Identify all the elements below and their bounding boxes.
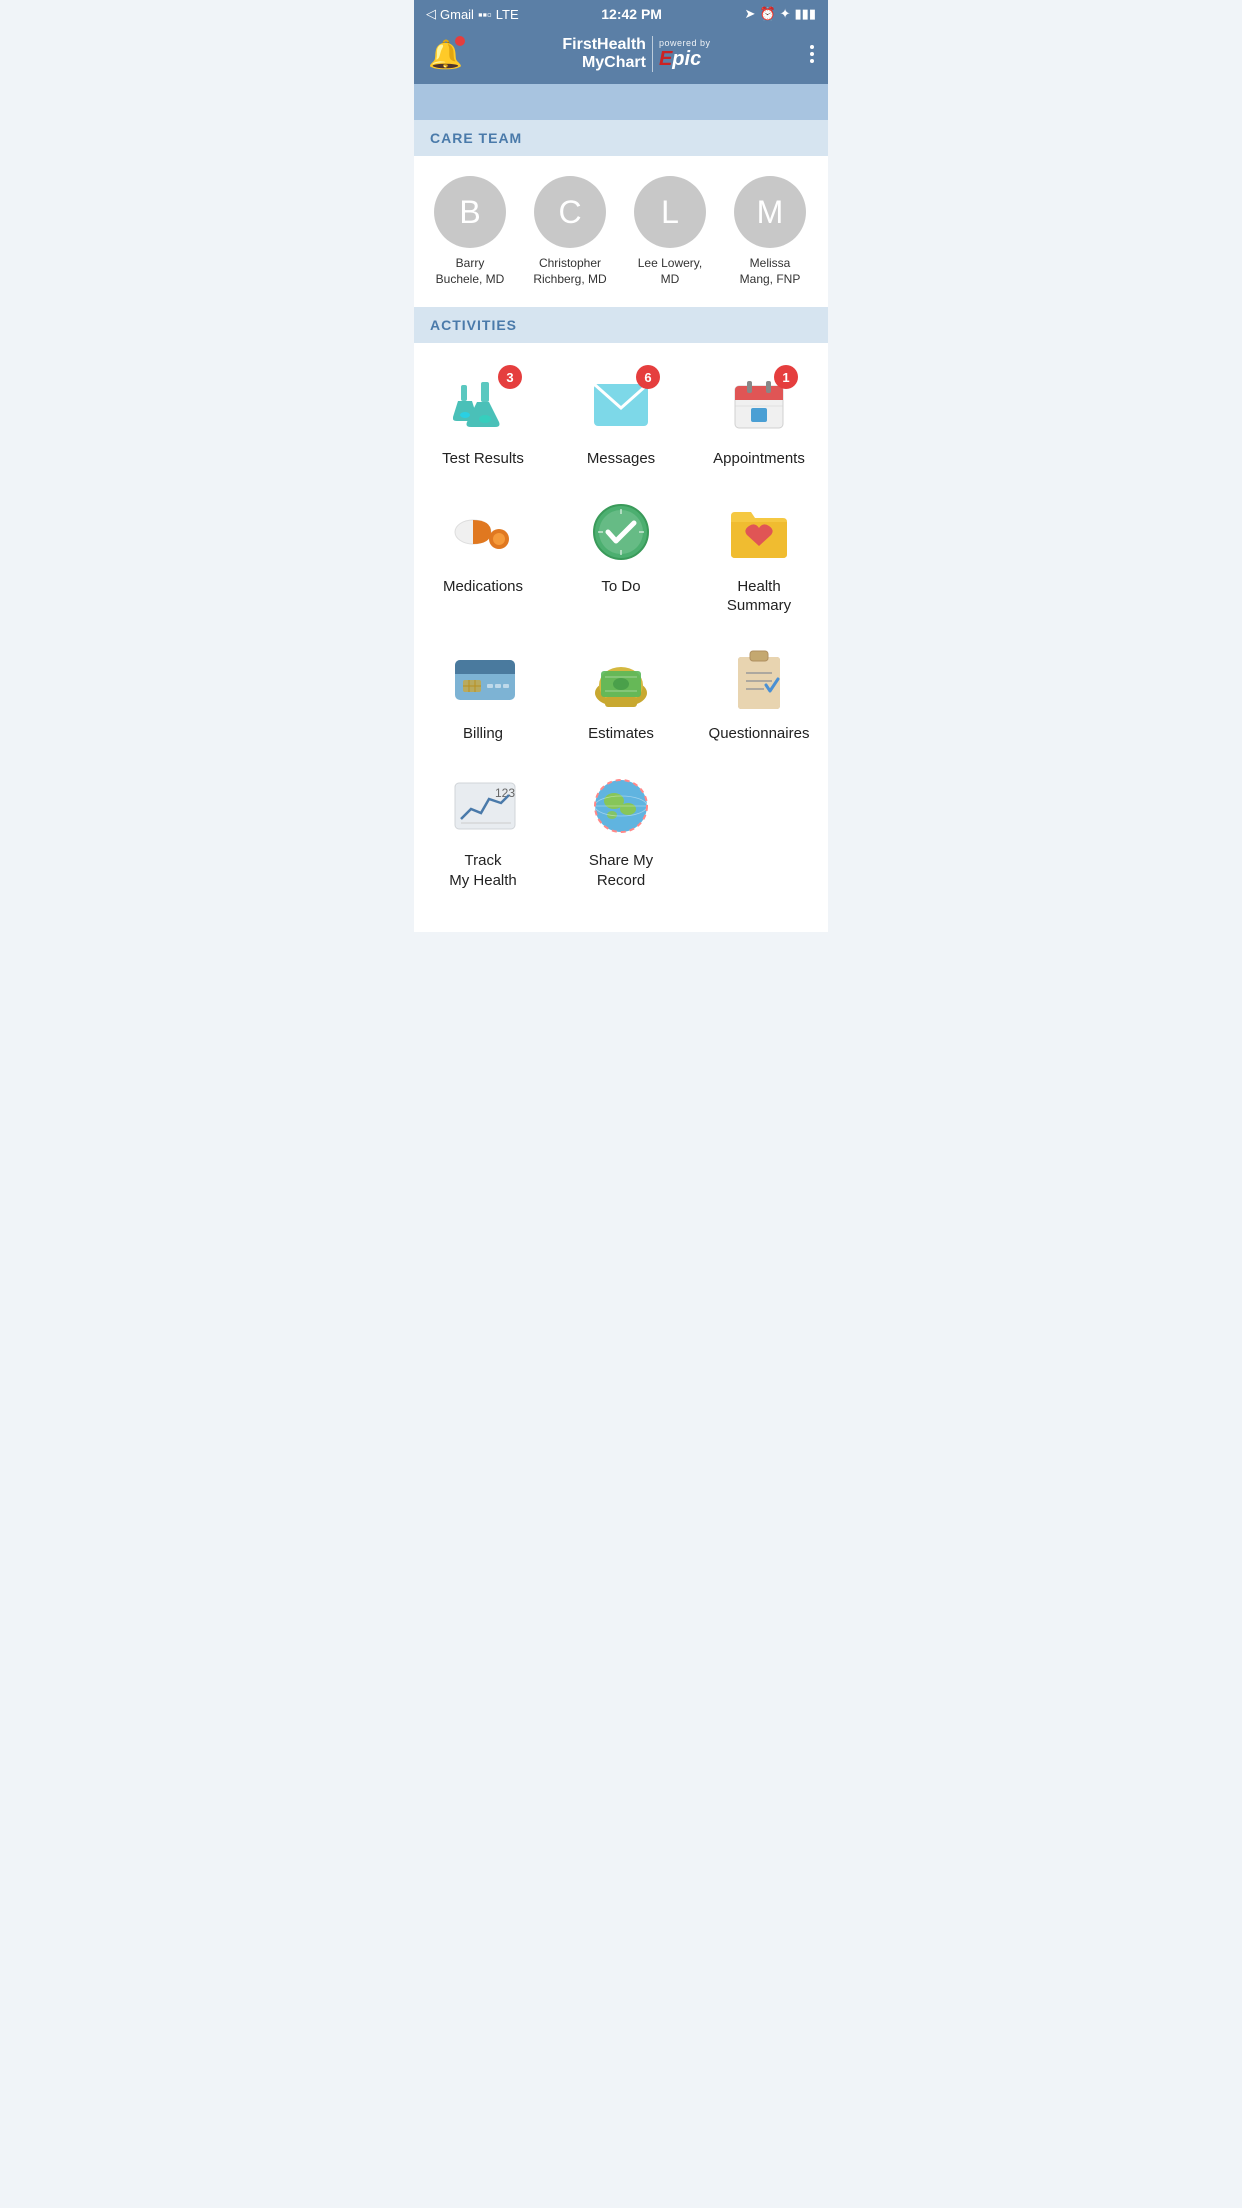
care-avatar-3: M <box>734 176 806 248</box>
track-health-icon: 123 <box>453 781 513 831</box>
care-name-0: BarryBuchele, MD <box>436 256 505 287</box>
activity-label-medications: Medications <box>443 577 523 597</box>
notification-bell[interactable]: 🔔 <box>428 38 463 71</box>
activity-label-health-summary: HealthSummary <box>727 577 791 616</box>
clock: 12:42 PM <box>601 6 662 22</box>
care-team-list: B BarryBuchele, MD C ChristopherRichberg… <box>414 156 828 307</box>
activity-label-estimates: Estimates <box>588 724 654 744</box>
badge-messages: 6 <box>636 365 660 389</box>
icon-wrap-todo <box>586 497 656 567</box>
notification-dot <box>455 36 465 46</box>
care-name-2: Lee Lowery,MD <box>638 256 702 287</box>
blue-banner <box>414 84 828 120</box>
care-member-2[interactable]: L Lee Lowery,MD <box>630 176 710 287</box>
icon-wrap-test-results: 3 <box>448 369 518 439</box>
icon-wrap-estimates <box>586 644 656 714</box>
care-member-0[interactable]: B BarryBuchele, MD <box>430 176 510 287</box>
alarm-icon: ⏰ <box>759 6 775 22</box>
icon-wrap-share-record <box>586 771 656 841</box>
activity-item-billing[interactable]: Billing <box>414 628 552 756</box>
activity-item-appointments[interactable]: 1 Appointments <box>690 353 828 481</box>
activity-item-test-results[interactable]: 3 Test Results <box>414 353 552 481</box>
activity-label-billing: Billing <box>463 724 503 744</box>
network-type: LTE <box>496 7 519 22</box>
billing-icon <box>453 658 513 700</box>
back-arrow: ◁ <box>426 6 436 22</box>
care-name-3: MelissaMang, FNP <box>740 256 801 287</box>
care-avatar-2: L <box>634 176 706 248</box>
care-team-header: CARE TEAM <box>414 120 828 156</box>
activity-item-track-health[interactable]: 123 TrackMy Health <box>414 755 552 902</box>
questionnaires-icon <box>734 649 784 709</box>
messages-icon <box>592 382 650 426</box>
powered-by-label: powered by <box>659 38 711 48</box>
badge-appointments: 1 <box>774 365 798 389</box>
share-record-icon <box>592 777 650 835</box>
more-options-button[interactable] <box>810 45 814 63</box>
icon-wrap-appointments: 1 <box>724 369 794 439</box>
activity-item-todo[interactable]: To Do <box>552 481 690 628</box>
activity-item-medications[interactable]: Medications <box>414 481 552 628</box>
status-bar: ◁ Gmail ▪▪▫ LTE 12:42 PM ➤ ⏰ ✦ ▮▮▮ <box>414 0 828 28</box>
care-member-1[interactable]: C ChristopherRichberg, MD <box>530 176 610 287</box>
activity-item-estimates[interactable]: Estimates <box>552 628 690 756</box>
icon-wrap-messages: 6 <box>586 369 656 439</box>
badge-test-results: 3 <box>498 365 522 389</box>
app-logo: FirstHealth MyChart powered by Epic <box>562 36 710 72</box>
battery-icon: ▮▮▮ <box>795 6 816 22</box>
icon-wrap-billing <box>448 644 518 714</box>
care-avatar-1: C <box>534 176 606 248</box>
epic-logo: powered by Epic <box>659 38 711 71</box>
activity-label-test-results: Test Results <box>442 449 524 469</box>
estimates-icon <box>591 651 651 706</box>
app-header: 🔔 FirstHealth MyChart powered by Epic <box>414 28 828 84</box>
carrier-label: Gmail <box>440 7 474 22</box>
care-member-3[interactable]: M MelissaMang, FNP <box>730 176 810 287</box>
location-icon: ➤ <box>745 6 756 22</box>
icon-wrap-medications <box>448 497 518 567</box>
activity-label-todo: To Do <box>601 577 640 597</box>
app-name: FirstHealth MyChart <box>562 36 646 71</box>
bluetooth-icon: ✦ <box>780 6 791 22</box>
activities-header: ACTIVITIES <box>414 307 828 343</box>
care-avatar-0: B <box>434 176 506 248</box>
activity-label-track-health: TrackMy Health <box>449 851 517 890</box>
bottom-safe-area <box>414 912 828 932</box>
status-right: ➤ ⏰ ✦ ▮▮▮ <box>745 6 816 22</box>
activity-item-messages[interactable]: 6 Messages <box>552 353 690 481</box>
logo-divider <box>652 36 653 72</box>
health-summary-icon <box>729 504 789 559</box>
epic-text: Epic <box>659 48 701 71</box>
care-name-1: ChristopherRichberg, MD <box>533 256 606 287</box>
activity-label-questionnaires: Questionnaires <box>709 724 810 744</box>
activity-item-share-record[interactable]: Share MyRecord <box>552 755 690 902</box>
medications-icon <box>453 507 513 557</box>
icon-wrap-health-summary <box>724 497 794 567</box>
activity-label-messages: Messages <box>587 449 655 469</box>
icon-wrap-track-health: 123 <box>448 771 518 841</box>
activity-item-health-summary[interactable]: HealthSummary <box>690 481 828 628</box>
activity-label-share-record: Share MyRecord <box>589 851 653 890</box>
activities-grid: 3 Test Results 6 Messages 1 <box>414 343 828 912</box>
todo-icon <box>592 503 650 561</box>
status-left: ◁ Gmail ▪▪▫ LTE <box>426 6 519 22</box>
activity-item-questionnaires[interactable]: Questionnaires <box>690 628 828 756</box>
activities-section: 3 Test Results 6 Messages 1 <box>414 343 828 912</box>
activity-label-appointments: Appointments <box>713 449 805 469</box>
icon-wrap-questionnaires <box>724 644 794 714</box>
signal-bars: ▪▪▫ <box>478 7 492 22</box>
